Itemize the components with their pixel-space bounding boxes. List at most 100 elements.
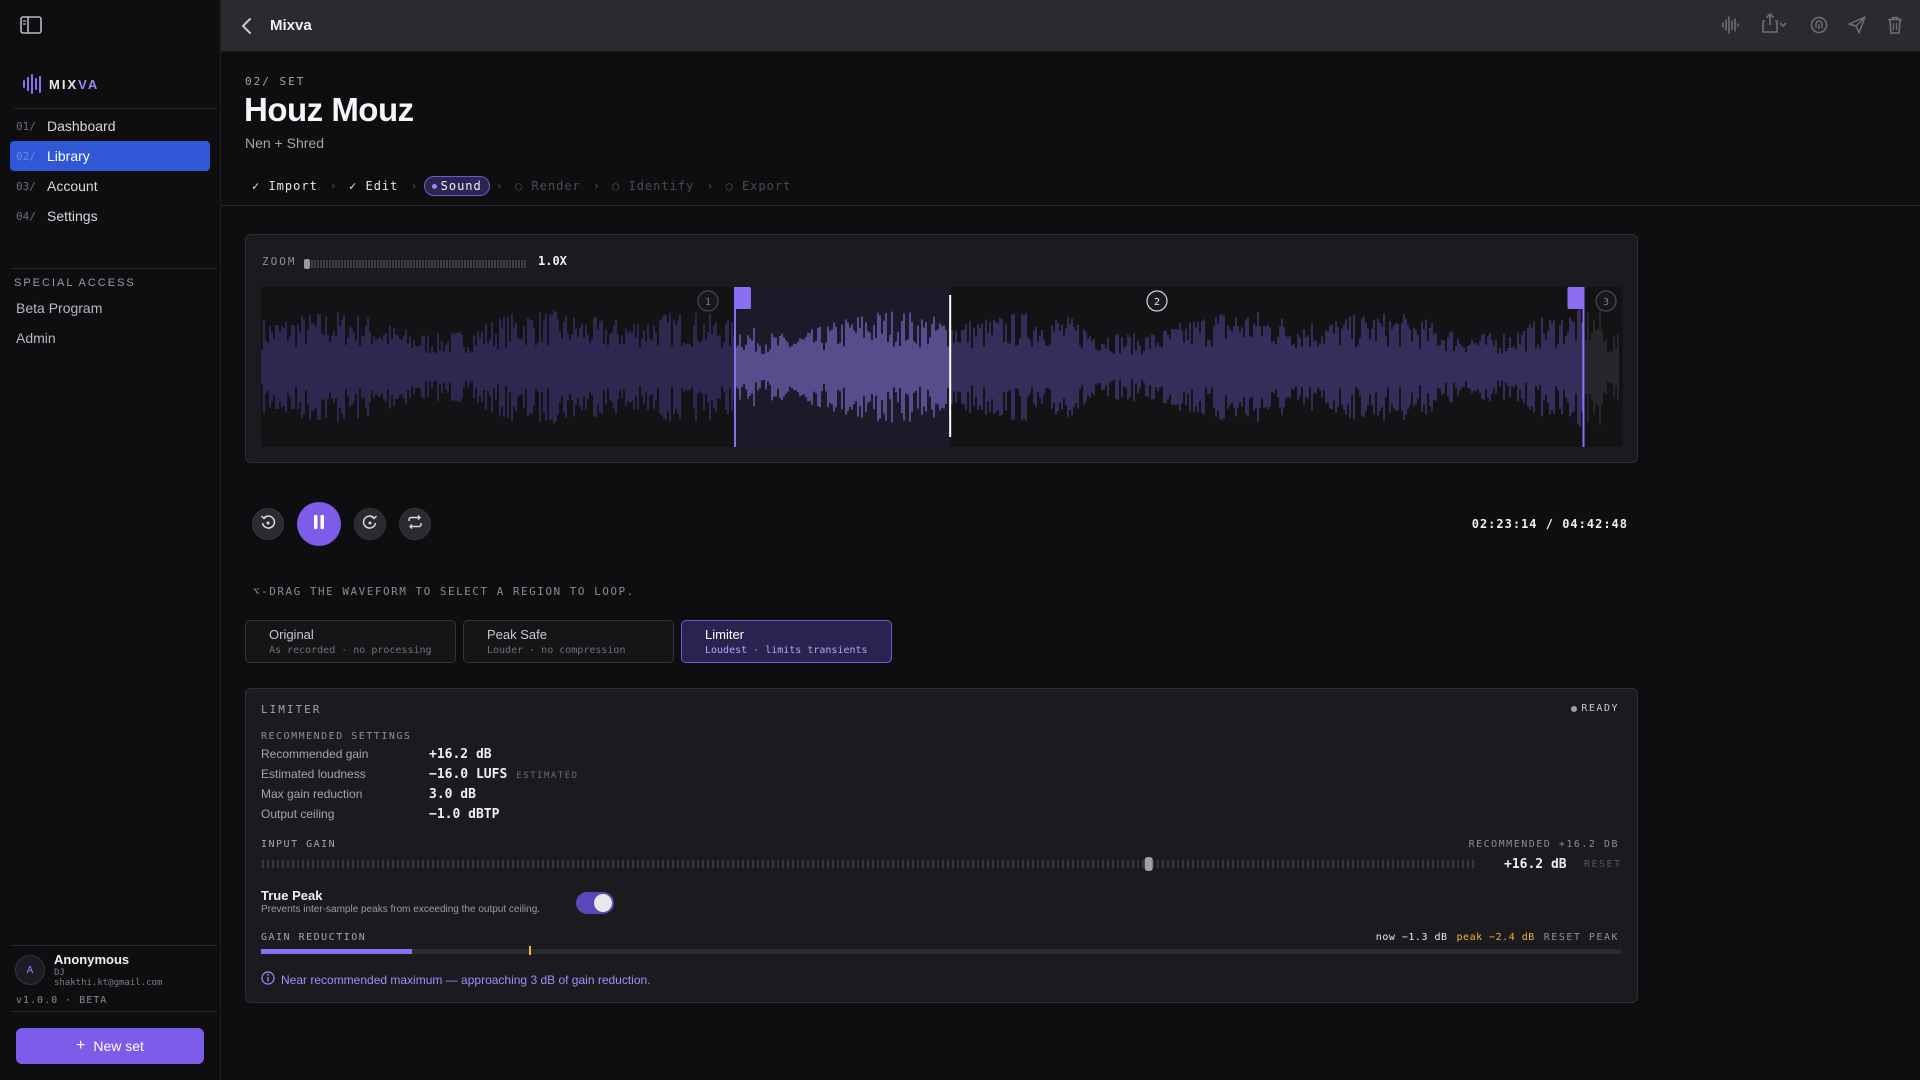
input-gain-handle (1144, 857, 1153, 871)
gain-reduction-title: GAIN REDUCTION (261, 932, 367, 943)
top-bar: Mixva (221, 0, 1920, 52)
info-icon (261, 971, 275, 988)
share-icon (1762, 12, 1778, 38)
sidebar-item-number: 04/ (16, 209, 36, 223)
step-edit[interactable]: ✓ Edit (343, 176, 404, 196)
fingerprint-icon[interactable] (1808, 14, 1830, 36)
sidebar-item-settings[interactable]: 04/Settings (10, 201, 210, 231)
user-role: DJ (54, 968, 65, 978)
input-gain-reset-button[interactable]: RESET (1584, 859, 1622, 870)
transport-controls (252, 502, 431, 546)
steps-divider (221, 205, 1920, 206)
sidebar-item-account[interactable]: 03/Account (10, 171, 210, 201)
sidebar-item-admin[interactable]: Admin (16, 330, 56, 346)
zoom-slider-handle (304, 259, 310, 269)
logo-divider (14, 108, 217, 109)
setting-tag: ESTIMATED (516, 771, 579, 781)
sidebar-toggle-icon[interactable] (20, 16, 42, 34)
waveform[interactable]: 1 2 3 (261, 287, 1623, 447)
recommended-settings-title: RECOMMENDED SETTINGS (261, 731, 412, 742)
sidebar-divider (10, 1011, 217, 1012)
mode-card-original[interactable]: Original As recorded · no processing (245, 620, 456, 663)
send-icon[interactable] (1846, 14, 1868, 36)
mode-subtitle: Louder · no compression (487, 645, 626, 656)
gain-reduction-meter (261, 946, 1621, 955)
sidebar-item-dashboard[interactable]: 01/Dashboard (10, 111, 210, 141)
forward-icon (362, 514, 378, 535)
gain-warning: Near recommended maximum — approaching 3… (261, 971, 651, 988)
status-dot-icon (1571, 705, 1578, 712)
gain-reduction-peak-marker (528, 946, 531, 955)
zoom-slider[interactable] (304, 256, 526, 269)
back-arrow-icon[interactable] (239, 16, 255, 36)
recommended-setting-row: Max gain reduction 3.0 dB (261, 787, 485, 802)
step-separator-icon: › (592, 179, 601, 193)
limiter-title: LIMITER (261, 703, 322, 716)
mode-card-peak-safe[interactable]: Peak Safe Louder · no compression (463, 620, 674, 663)
cue-marker-label: 1 (705, 297, 711, 308)
loop-icon (407, 514, 423, 535)
pause-button[interactable] (297, 502, 341, 546)
true-peak-description: Prevents inter-sample peaks from exceedi… (261, 904, 541, 915)
sidebar-item-beta-program[interactable]: Beta Program (16, 300, 102, 316)
step-label: ○ Identify (612, 179, 695, 193)
step-sound[interactable]: Sound (423, 176, 490, 196)
mode-card-limiter[interactable]: Limiter Loudest · limits transients (681, 620, 892, 663)
forward-button[interactable] (354, 508, 386, 540)
set-subtitle: Nen + Shred (245, 135, 324, 151)
avatar: A (15, 955, 45, 985)
waveform-icon[interactable] (1720, 14, 1742, 36)
reset-peak-button[interactable]: RESET PEAK (1544, 932, 1619, 943)
step-separator-icon: › (329, 179, 338, 193)
input-gain-slider[interactable] (261, 857, 1477, 871)
input-gain-recommended: RECOMMENDED +16.2 DB (1468, 839, 1619, 850)
step-export: ○ Export (720, 176, 798, 196)
gain-reduction-peak: peak −2.4 dB (1456, 932, 1535, 943)
loop-end-handle (1567, 287, 1584, 309)
step-separator-icon: › (495, 179, 503, 193)
new-set-label: New set (93, 1038, 144, 1054)
special-access-title: SPECIAL ACCESS (14, 277, 136, 289)
version-label: v1.0.0 · BETA (16, 995, 108, 1006)
zoom-label: ZOOM (262, 255, 297, 268)
step-label: ✓ Import (252, 179, 318, 193)
loop-start-handle (734, 287, 751, 309)
trash-icon[interactable] (1884, 14, 1906, 36)
step-label: ○ Render (514, 179, 581, 193)
cue-marker: 1 (697, 290, 719, 312)
cue-marker-label: 3 (1603, 297, 1609, 308)
sidebar-nav: 01/Dashboard 02/Library 03/Account 04/Setti… (10, 111, 210, 231)
step-import[interactable]: ✓ Import (246, 176, 324, 196)
true-peak-toggle[interactable] (576, 892, 614, 914)
setting-label: Recommended gain (261, 747, 369, 761)
user-email: shakthi.kt@gmail.com (54, 978, 163, 988)
user-name: Anonymous (54, 952, 130, 967)
sidebar-item-label: Library (47, 148, 90, 164)
step-separator-icon: › (706, 179, 714, 193)
mode-subtitle: As recorded · no processing (269, 645, 432, 656)
new-set-button[interactable]: + New set (16, 1028, 204, 1064)
step-label: ○ Export (725, 179, 792, 193)
gain-reduction-stats: now −1.3 dB peak −2.4 dB RESET PEAK (1376, 932, 1619, 943)
app-window: MIXVA 01/Dashboard 02/Library 03/Account 04… (0, 0, 1920, 1080)
mode-title: Limiter (705, 627, 745, 642)
loop-hint: ⌥-DRAG THE WAVEFORM TO SELECT A REGION T… (253, 585, 635, 598)
sidebar-item-label: Account (47, 178, 98, 194)
sidebar-item-number: 01/ (16, 119, 36, 133)
rewind-button[interactable] (252, 508, 284, 540)
share-menu-button[interactable] (1758, 12, 1792, 38)
sidebar-divider (10, 268, 217, 269)
sidebar-item-library[interactable]: 02/Library (10, 141, 210, 171)
workflow-steps: ✓ Import › ✓ Edit › Sound › ○ Render › ○ Identif… (246, 175, 797, 197)
zoom-value: 1.0X (538, 254, 567, 268)
chevron-down-icon (1778, 16, 1788, 34)
status-badge: READY (1571, 703, 1619, 714)
loop-button[interactable] (399, 508, 431, 540)
step-separator-icon: › (410, 179, 418, 193)
mode-title: Peak Safe (487, 627, 547, 642)
user-card[interactable]: A Anonymous DJ shakthi.kt@gmail.com (14, 951, 214, 993)
time-readout: 02:23:14 / 04:42:48 (1471, 517, 1628, 531)
sidebar-item-label: Settings (47, 208, 98, 224)
sidebar: MIXVA 01/Dashboard 02/Library 03/Account 04… (0, 0, 221, 1080)
step-label: Sound (440, 179, 482, 193)
